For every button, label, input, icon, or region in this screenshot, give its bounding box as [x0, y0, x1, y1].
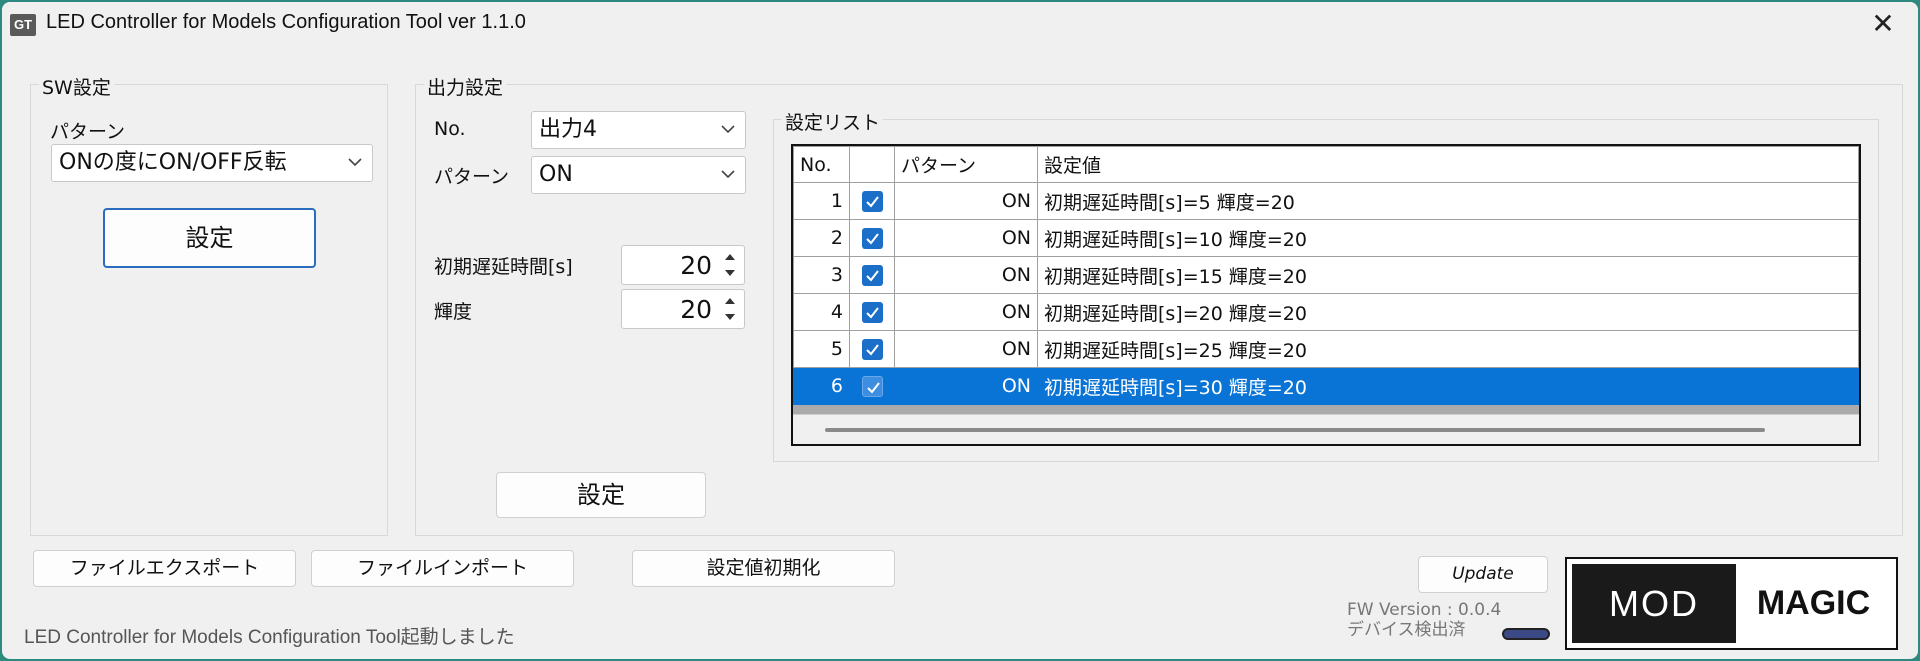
table-row[interactable]: 2 ON 初期遅延時間[s]=10 輝度=20	[793, 219, 1859, 257]
row-pattern: ON	[894, 330, 1038, 368]
table-row[interactable]: 1 ON 初期遅延時間[s]=5 輝度=20	[793, 182, 1859, 220]
chevron-down-icon	[721, 125, 735, 134]
file-import-button[interactable]: ファイルインポート	[311, 550, 574, 587]
table-row[interactable]: 6 ON 初期遅延時間[s]=30 輝度=20	[793, 367, 1859, 405]
delay-stepper[interactable]: 20	[621, 245, 745, 285]
check-icon	[865, 307, 879, 319]
row-value: 初期遅延時間[s]=5 輝度=20	[1037, 182, 1859, 220]
horizontal-scrollbar[interactable]	[793, 414, 1859, 444]
row-value: 初期遅延時間[s]=20 輝度=20	[1037, 293, 1859, 331]
window-title: LED Controller for Models Configuration …	[46, 11, 526, 33]
column-header-value[interactable]: 設定値	[1037, 146, 1859, 183]
row-checkbox[interactable]	[861, 376, 883, 397]
row-no: 6	[793, 367, 850, 405]
check-icon	[866, 382, 880, 394]
row-no: 5	[793, 330, 850, 368]
sw-pattern-label: パターン	[50, 121, 126, 143]
row-value: 初期遅延時間[s]=25 輝度=20	[1037, 330, 1859, 368]
row-no: 4	[793, 293, 850, 331]
row-value: 初期遅延時間[s]=15 輝度=20	[1037, 256, 1859, 294]
delay-stepper-arrows	[719, 249, 741, 281]
spin-down-icon[interactable]	[719, 265, 741, 281]
check-icon	[865, 233, 879, 245]
row-checkbox-cell	[849, 182, 895, 220]
row-no: 2	[793, 219, 850, 257]
spin-down-icon[interactable]	[719, 309, 741, 325]
title-bar: GT LED Controller for Models Configurati…	[2, 2, 1918, 46]
output-settings-title: 出力設定	[424, 73, 507, 100]
table-row[interactable]: 5 ON 初期遅延時間[s]=25 輝度=20	[793, 330, 1859, 368]
settings-table: No. パターン 設定値 1 ON 初期遅延時間[s]=5 輝度=20 2 ON 初期遅延…	[793, 146, 1859, 405]
table-header-row: No. パターン 設定値	[793, 146, 1859, 183]
check-icon	[865, 196, 879, 208]
row-value: 初期遅延時間[s]=30 輝度=20	[1037, 367, 1859, 405]
row-pattern: ON	[894, 256, 1038, 294]
row-pattern: ON	[894, 293, 1038, 331]
status-message: LED Controller for Models Configuration …	[24, 627, 515, 648]
fw-version-text: FW Version : 0.0.4	[1347, 600, 1502, 620]
row-checkbox-cell	[849, 293, 895, 331]
delay-label: 初期遅延時間[s]	[434, 256, 573, 278]
column-header-check[interactable]	[849, 146, 895, 183]
sw-pattern-select[interactable]: ONの度にON/OFF反転	[51, 144, 373, 182]
brightness-stepper[interactable]: 20	[621, 289, 745, 329]
output-pattern-value: ON	[539, 162, 573, 187]
column-header-no[interactable]: No.	[793, 146, 850, 183]
table-row[interactable]: 4 ON 初期遅延時間[s]=20 輝度=20	[793, 293, 1859, 331]
row-checkbox[interactable]	[861, 339, 883, 360]
spin-up-icon[interactable]	[719, 293, 741, 309]
row-no: 1	[793, 182, 850, 220]
row-pattern: ON	[894, 219, 1038, 257]
device-status-text: デバイス検出済	[1347, 620, 1466, 640]
settings-list-grid[interactable]: No. パターン 設定値 1 ON 初期遅延時間[s]=5 輝度=20 2 ON 初期遅延…	[791, 144, 1861, 446]
row-no: 3	[793, 256, 850, 294]
output-no-select[interactable]: 出力4	[531, 111, 746, 149]
scrollbar-thumb[interactable]	[825, 428, 1765, 432]
close-button[interactable]: ✕	[1866, 8, 1900, 42]
file-export-button[interactable]: ファイルエクスポート	[33, 550, 296, 587]
row-pattern: ON	[894, 367, 1038, 405]
sw-settings-title: SW設定	[39, 73, 114, 100]
row-checkbox-cell	[849, 256, 895, 294]
column-header-pattern[interactable]: パターン	[894, 146, 1038, 183]
settings-list-title: 設定リスト	[782, 108, 884, 135]
row-checkbox-cell	[849, 219, 895, 257]
sw-set-button[interactable]: 設定	[103, 208, 316, 268]
reset-settings-button[interactable]: 設定値初期化	[632, 550, 895, 587]
row-pattern: ON	[894, 182, 1038, 220]
row-checkbox-cell	[849, 330, 895, 368]
chevron-down-icon	[348, 158, 362, 167]
sw-pattern-value: ONの度にON/OFF反転	[59, 150, 287, 175]
delay-value: 20	[680, 251, 712, 280]
row-checkbox-cell	[849, 367, 895, 405]
output-pattern-label: パターン	[434, 166, 510, 188]
row-value: 初期遅延時間[s]=10 輝度=20	[1037, 219, 1859, 257]
update-button[interactable]: Update	[1418, 556, 1548, 593]
firmware-info: FW Version : 0.0.4 デバイス検出済	[1347, 600, 1501, 640]
check-icon	[865, 270, 879, 282]
row-checkbox[interactable]	[861, 191, 883, 212]
row-checkbox[interactable]	[861, 265, 883, 286]
logo-mod-text: MOD	[1572, 564, 1736, 643]
output-no-label: No.	[434, 118, 466, 140]
app-window: GT LED Controller for Models Configurati…	[2, 2, 1918, 659]
device-led-indicator	[1502, 628, 1550, 640]
spin-up-icon[interactable]	[719, 249, 741, 265]
output-set-button[interactable]: 設定	[496, 472, 706, 518]
app-icon: GT	[10, 14, 36, 36]
brightness-value: 20	[680, 295, 712, 324]
brightness-label: 輝度	[434, 301, 473, 323]
chevron-down-icon	[721, 170, 735, 179]
brightness-stepper-arrows	[719, 293, 741, 325]
row-checkbox[interactable]	[861, 228, 883, 249]
output-pattern-select[interactable]: ON	[531, 156, 746, 194]
row-checkbox[interactable]	[861, 302, 883, 323]
output-no-value: 出力4	[539, 117, 597, 142]
table-row[interactable]: 3 ON 初期遅延時間[s]=15 輝度=20	[793, 256, 1859, 294]
check-icon	[865, 344, 879, 356]
logo-magic-text: MAGIC	[1736, 564, 1891, 643]
brand-logo: MOD MAGIC	[1565, 557, 1898, 650]
